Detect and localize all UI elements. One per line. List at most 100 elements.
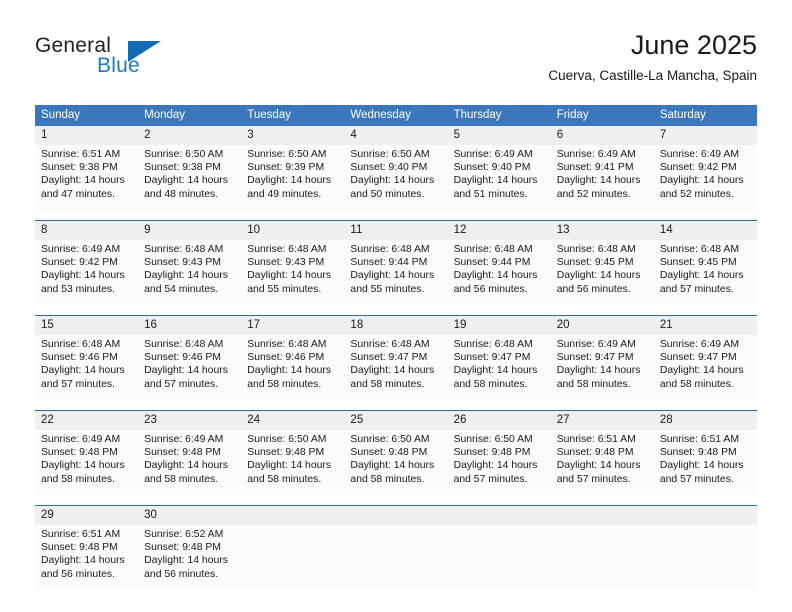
day-daylight1-text: Daylight: 14 hours xyxy=(144,555,228,567)
day-sunrise-text: Sunrise: 6:50 AM xyxy=(350,149,430,160)
day-sunrise-text: Sunrise: 6:48 AM xyxy=(350,244,430,255)
day-daylight1-text: Daylight: 14 hours xyxy=(41,175,125,187)
day-number[interactable]: 21 xyxy=(654,316,757,335)
day-number[interactable]: 10 xyxy=(241,221,344,240)
day-sunset-text: Sunset: 9:48 PM xyxy=(41,447,118,459)
day-cell-empty xyxy=(551,525,654,590)
day-cell[interactable]: Sunrise: 6:50 AM Sunset: 9:48 PM Daylight:… xyxy=(241,430,344,495)
day-number[interactable]: 19 xyxy=(448,316,551,335)
day-cell[interactable]: Sunrise: 6:51 AM Sunset: 9:48 PM Daylight:… xyxy=(654,430,757,495)
day-number[interactable]: 5 xyxy=(448,126,551,145)
day-cell[interactable]: Sunrise: 6:49 AM Sunset: 9:47 PM Daylight:… xyxy=(551,335,654,400)
day-number[interactable]: 20 xyxy=(551,316,654,335)
day-number[interactable]: 28 xyxy=(654,411,757,430)
day-cell[interactable]: Sunrise: 6:49 AM Sunset: 9:48 PM Daylight:… xyxy=(35,430,138,495)
day-number[interactable]: 26 xyxy=(448,411,551,430)
day-cell[interactable]: Sunrise: 6:48 AM Sunset: 9:46 PM Daylight:… xyxy=(35,335,138,400)
day-daylight2-text: and 55 minutes. xyxy=(247,283,322,295)
day-detail-row: Sunrise: 6:49 AM Sunset: 9:42 PM Daylight:… xyxy=(35,240,757,305)
day-number[interactable]: 13 xyxy=(551,221,654,240)
day-cell[interactable]: Sunrise: 6:48 AM Sunset: 9:43 PM Daylight:… xyxy=(138,240,241,305)
day-number[interactable]: 1 xyxy=(35,126,138,145)
day-number[interactable]: 18 xyxy=(344,316,447,335)
day-cell[interactable]: Sunrise: 6:49 AM Sunset: 9:47 PM Daylight:… xyxy=(654,335,757,400)
day-number[interactable]: 11 xyxy=(344,221,447,240)
day-cell[interactable]: Sunrise: 6:51 AM Sunset: 9:38 PM Daylight:… xyxy=(35,145,138,210)
day-number[interactable]: 25 xyxy=(344,411,447,430)
day-number[interactable]: 9 xyxy=(138,221,241,240)
day-daylight2-text: and 51 minutes. xyxy=(453,188,528,200)
day-daylight2-text: and 48 minutes. xyxy=(144,188,219,200)
day-cell[interactable]: Sunrise: 6:48 AM Sunset: 9:44 PM Daylight:… xyxy=(344,240,447,305)
day-number[interactable]: 24 xyxy=(241,411,344,430)
day-cell[interactable]: Sunrise: 6:48 AM Sunset: 9:47 PM Daylight:… xyxy=(448,335,551,400)
day-sunset-text: Sunset: 9:45 PM xyxy=(659,257,737,269)
day-daylight2-text: and 58 minutes. xyxy=(350,473,425,485)
day-number[interactable]: 4 xyxy=(344,126,447,145)
day-sunset-text: Sunset: 9:44 PM xyxy=(453,257,531,269)
day-sunrise-text: Sunrise: 6:48 AM xyxy=(41,339,121,350)
day-number[interactable]: 16 xyxy=(138,316,241,335)
day-daylight2-text: and 52 minutes. xyxy=(659,188,734,200)
day-cell[interactable]: Sunrise: 6:50 AM Sunset: 9:48 PM Daylight:… xyxy=(344,430,447,495)
day-sunrise-text: Sunrise: 6:48 AM xyxy=(247,244,327,255)
day-sunset-text: Sunset: 9:42 PM xyxy=(659,162,737,174)
day-number[interactable]: 30 xyxy=(138,506,241,525)
day-number-row: 29 30 xyxy=(35,506,757,525)
day-number[interactable]: 7 xyxy=(654,126,757,145)
day-sunset-text: Sunset: 9:48 PM xyxy=(350,447,428,459)
day-number[interactable]: 8 xyxy=(35,221,138,240)
day-cell[interactable]: Sunrise: 6:48 AM Sunset: 9:46 PM Daylight:… xyxy=(241,335,344,400)
day-daylight1-text: Daylight: 14 hours xyxy=(144,175,228,187)
day-number[interactable]: 27 xyxy=(551,411,654,430)
day-daylight2-text: and 58 minutes. xyxy=(41,473,115,485)
day-cell[interactable]: Sunrise: 6:48 AM Sunset: 9:45 PM Daylight:… xyxy=(551,240,654,305)
day-daylight1-text: Daylight: 14 hours xyxy=(453,175,538,187)
day-cell[interactable]: Sunrise: 6:48 AM Sunset: 9:45 PM Daylight:… xyxy=(654,240,757,305)
day-cell[interactable]: Sunrise: 6:52 AM Sunset: 9:48 PM Daylight:… xyxy=(138,525,241,590)
day-cell[interactable]: Sunrise: 6:50 AM Sunset: 9:39 PM Daylight:… xyxy=(241,145,344,210)
day-sunrise-text: Sunrise: 6:48 AM xyxy=(247,339,327,350)
day-cell[interactable]: Sunrise: 6:50 AM Sunset: 9:40 PM Daylight:… xyxy=(344,145,447,210)
day-cell[interactable]: Sunrise: 6:49 AM Sunset: 9:41 PM Daylight:… xyxy=(551,145,654,210)
day-daylight1-text: Daylight: 14 hours xyxy=(556,175,641,187)
generalblue-logo[interactable]: General Blue xyxy=(35,34,205,84)
day-number-empty xyxy=(344,506,447,525)
day-cell[interactable]: Sunrise: 6:49 AM Sunset: 9:42 PM Daylight:… xyxy=(35,240,138,305)
day-number[interactable]: 15 xyxy=(35,316,138,335)
day-number[interactable]: 17 xyxy=(241,316,344,335)
day-number[interactable]: 29 xyxy=(35,506,138,525)
day-sunset-text: Sunset: 9:40 PM xyxy=(350,162,428,174)
day-number[interactable]: 23 xyxy=(138,411,241,430)
day-number[interactable]: 2 xyxy=(138,126,241,145)
day-daylight1-text: Daylight: 14 hours xyxy=(659,460,744,472)
day-number[interactable]: 14 xyxy=(654,221,757,240)
day-sunset-text: Sunset: 9:48 PM xyxy=(144,542,221,554)
day-cell[interactable]: Sunrise: 6:49 AM Sunset: 9:40 PM Daylight:… xyxy=(448,145,551,210)
day-number[interactable]: 6 xyxy=(551,126,654,145)
day-cell[interactable]: Sunrise: 6:51 AM Sunset: 9:48 PM Daylight:… xyxy=(551,430,654,495)
day-cell[interactable]: Sunrise: 6:48 AM Sunset: 9:43 PM Daylight:… xyxy=(241,240,344,305)
day-cell[interactable]: Sunrise: 6:50 AM Sunset: 9:48 PM Daylight:… xyxy=(448,430,551,495)
day-daylight2-text: and 56 minutes. xyxy=(453,283,528,295)
day-cell[interactable]: Sunrise: 6:51 AM Sunset: 9:48 PM Daylight:… xyxy=(35,525,138,590)
day-number[interactable]: 22 xyxy=(35,411,138,430)
day-sunset-text: Sunset: 9:42 PM xyxy=(41,257,118,269)
day-daylight1-text: Daylight: 14 hours xyxy=(556,460,641,472)
day-daylight1-text: Daylight: 14 hours xyxy=(247,270,332,282)
day-number[interactable]: 12 xyxy=(448,221,551,240)
day-cell-empty xyxy=(654,525,757,590)
day-daylight1-text: Daylight: 14 hours xyxy=(144,365,228,377)
calendar-table: Sunday Monday Tuesday Wednesday Thursday Frid… xyxy=(35,105,757,590)
day-daylight1-text: Daylight: 14 hours xyxy=(41,365,125,377)
day-daylight2-text: and 50 minutes. xyxy=(350,188,425,200)
day-number-empty xyxy=(654,506,757,525)
day-cell[interactable]: Sunrise: 6:50 AM Sunset: 9:38 PM Daylight:… xyxy=(138,145,241,210)
day-cell[interactable]: Sunrise: 6:48 AM Sunset: 9:47 PM Daylight:… xyxy=(344,335,447,400)
day-cell[interactable]: Sunrise: 6:48 AM Sunset: 9:44 PM Daylight:… xyxy=(448,240,551,305)
day-cell[interactable]: Sunrise: 6:49 AM Sunset: 9:48 PM Daylight:… xyxy=(138,430,241,495)
day-cell[interactable]: Sunrise: 6:48 AM Sunset: 9:46 PM Daylight:… xyxy=(138,335,241,400)
day-sunset-text: Sunset: 9:38 PM xyxy=(41,162,118,174)
day-cell[interactable]: Sunrise: 6:49 AM Sunset: 9:42 PM Daylight:… xyxy=(654,145,757,210)
day-number[interactable]: 3 xyxy=(241,126,344,145)
